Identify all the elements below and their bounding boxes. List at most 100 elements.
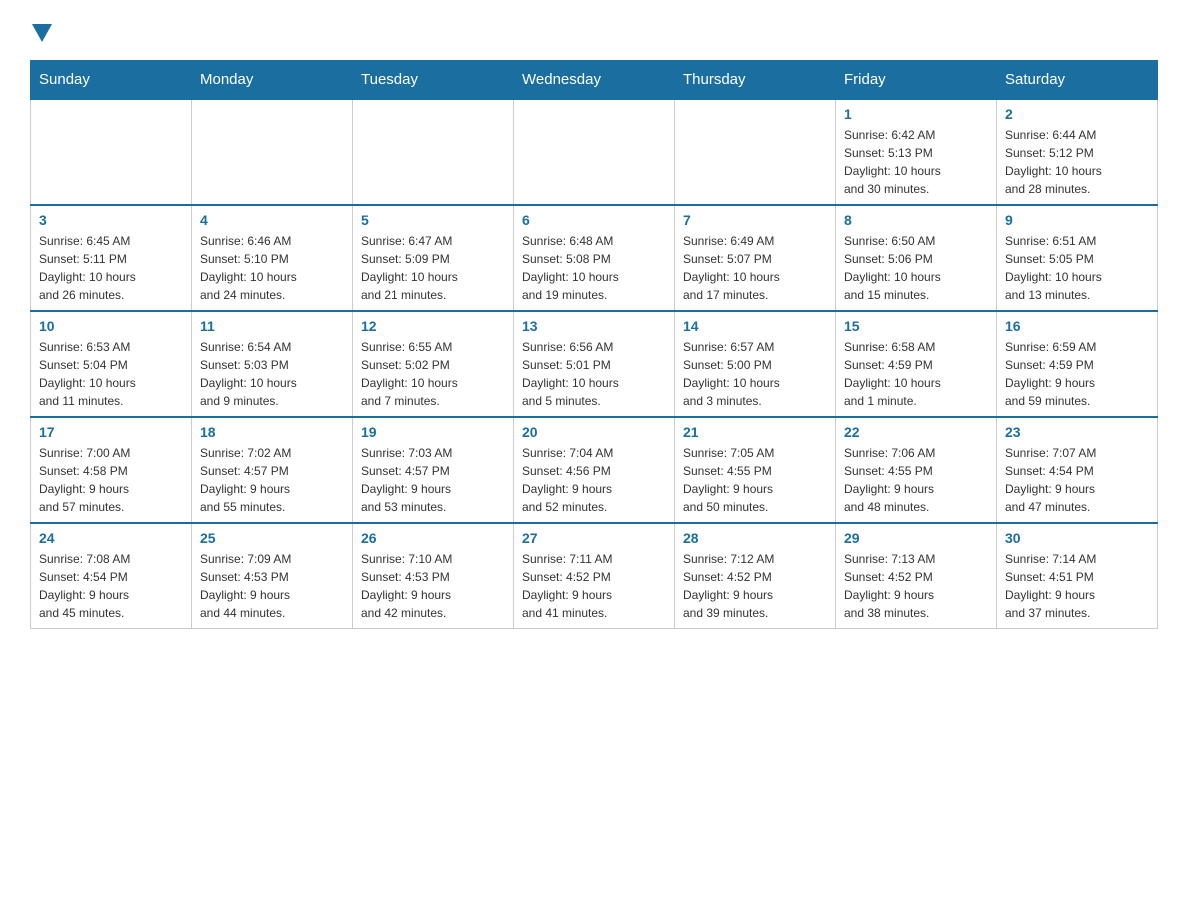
day-number: 28	[683, 530, 827, 546]
calendar-cell	[514, 99, 675, 205]
calendar-cell: 22 Sunrise: 7:06 AM Sunset: 4:55 PM Dayli…	[836, 417, 997, 523]
weekday-header-thursday: Thursday	[675, 61, 836, 100]
day-number: 17	[39, 424, 183, 440]
calendar-cell: 9 Sunrise: 6:51 AM Sunset: 5:05 PM Daylig…	[997, 205, 1158, 311]
day-number: 13	[522, 318, 666, 334]
calendar-cell: 1 Sunrise: 6:42 AM Sunset: 5:13 PM Daylig…	[836, 99, 997, 205]
weekday-header-friday: Friday	[836, 61, 997, 100]
calendar-cell	[192, 99, 353, 205]
calendar-cell: 8 Sunrise: 6:50 AM Sunset: 5:06 PM Daylig…	[836, 205, 997, 311]
weekday-header-row: SundayMondayTuesdayWednesdayThursdayFrid…	[31, 61, 1158, 100]
calendar-week-2: 3 Sunrise: 6:45 AM Sunset: 5:11 PM Daylig…	[31, 205, 1158, 311]
day-number: 25	[200, 530, 344, 546]
calendar-table: SundayMondayTuesdayWednesdayThursdayFrid…	[30, 60, 1158, 629]
calendar-cell: 2 Sunrise: 6:44 AM Sunset: 5:12 PM Daylig…	[997, 99, 1158, 205]
day-info: Sunrise: 6:58 AM Sunset: 4:59 PM Dayligh…	[844, 338, 988, 410]
day-info: Sunrise: 6:45 AM Sunset: 5:11 PM Dayligh…	[39, 232, 183, 304]
day-info: Sunrise: 7:12 AM Sunset: 4:52 PM Dayligh…	[683, 550, 827, 622]
day-number: 8	[844, 212, 988, 228]
day-info: Sunrise: 6:57 AM Sunset: 5:00 PM Dayligh…	[683, 338, 827, 410]
logo	[30, 20, 52, 40]
calendar-cell	[353, 99, 514, 205]
weekday-header-sunday: Sunday	[31, 61, 192, 100]
calendar-cell: 16 Sunrise: 6:59 AM Sunset: 4:59 PM Dayli…	[997, 311, 1158, 417]
day-number: 7	[683, 212, 827, 228]
calendar-cell: 21Sunrise: 7:05 AM Sunset: 4:55 PM Dayli…	[675, 417, 836, 523]
calendar-cell: 26Sunrise: 7:10 AM Sunset: 4:53 PM Dayli…	[353, 523, 514, 629]
calendar-cell: 20Sunrise: 7:04 AM Sunset: 4:56 PM Dayli…	[514, 417, 675, 523]
day-info: Sunrise: 6:46 AM Sunset: 5:10 PM Dayligh…	[200, 232, 344, 304]
day-number: 6	[522, 212, 666, 228]
day-number: 18	[200, 424, 344, 440]
day-info: Sunrise: 7:05 AM Sunset: 4:55 PM Dayligh…	[683, 444, 827, 516]
calendar-cell: 29 Sunrise: 7:13 AM Sunset: 4:52 PM Dayli…	[836, 523, 997, 629]
weekday-header-tuesday: Tuesday	[353, 61, 514, 100]
calendar-cell	[675, 99, 836, 205]
day-number: 15	[844, 318, 988, 334]
day-info: Sunrise: 6:49 AM Sunset: 5:07 PM Dayligh…	[683, 232, 827, 304]
day-info: Sunrise: 7:14 AM Sunset: 4:51 PM Dayligh…	[1005, 550, 1149, 622]
day-info: Sunrise: 6:56 AM Sunset: 5:01 PM Dayligh…	[522, 338, 666, 410]
day-number: 27	[522, 530, 666, 546]
day-number: 4	[200, 212, 344, 228]
calendar-cell: 30 Sunrise: 7:14 AM Sunset: 4:51 PM Dayli…	[997, 523, 1158, 629]
day-info: Sunrise: 6:50 AM Sunset: 5:06 PM Dayligh…	[844, 232, 988, 304]
calendar-cell: 12Sunrise: 6:55 AM Sunset: 5:02 PM Dayli…	[353, 311, 514, 417]
day-number: 3	[39, 212, 183, 228]
day-number: 11	[200, 318, 344, 334]
calendar-cell: 13 Sunrise: 6:56 AM Sunset: 5:01 PM Dayli…	[514, 311, 675, 417]
day-number: 9	[1005, 212, 1149, 228]
day-number: 24	[39, 530, 183, 546]
day-number: 2	[1005, 106, 1149, 122]
day-number: 16	[1005, 318, 1149, 334]
day-info: Sunrise: 7:00 AM Sunset: 4:58 PM Dayligh…	[39, 444, 183, 516]
calendar-cell: 28 Sunrise: 7:12 AM Sunset: 4:52 PM Dayli…	[675, 523, 836, 629]
calendar-week-1: 1 Sunrise: 6:42 AM Sunset: 5:13 PM Daylig…	[31, 99, 1158, 205]
calendar-cell: 14Sunrise: 6:57 AM Sunset: 5:00 PM Dayli…	[675, 311, 836, 417]
day-number: 23	[1005, 424, 1149, 440]
calendar-week-5: 24 Sunrise: 7:08 AM Sunset: 4:54 PM Dayli…	[31, 523, 1158, 629]
day-number: 10	[39, 318, 183, 334]
day-info: Sunrise: 7:02 AM Sunset: 4:57 PM Dayligh…	[200, 444, 344, 516]
calendar-week-3: 10 Sunrise: 6:53 AM Sunset: 5:04 PM Dayli…	[31, 311, 1158, 417]
day-info: Sunrise: 6:54 AM Sunset: 5:03 PM Dayligh…	[200, 338, 344, 410]
weekday-header-wednesday: Wednesday	[514, 61, 675, 100]
calendar-cell: 6 Sunrise: 6:48 AM Sunset: 5:08 PM Daylig…	[514, 205, 675, 311]
day-number: 30	[1005, 530, 1149, 546]
calendar-cell: 3 Sunrise: 6:45 AM Sunset: 5:11 PM Daylig…	[31, 205, 192, 311]
day-info: Sunrise: 6:51 AM Sunset: 5:05 PM Dayligh…	[1005, 232, 1149, 304]
logo-arrow-icon	[32, 24, 52, 42]
day-number: 20	[522, 424, 666, 440]
day-info: Sunrise: 7:03 AM Sunset: 4:57 PM Dayligh…	[361, 444, 505, 516]
day-number: 26	[361, 530, 505, 546]
day-info: Sunrise: 6:48 AM Sunset: 5:08 PM Dayligh…	[522, 232, 666, 304]
calendar-cell: 23Sunrise: 7:07 AM Sunset: 4:54 PM Dayli…	[997, 417, 1158, 523]
day-info: Sunrise: 7:11 AM Sunset: 4:52 PM Dayligh…	[522, 550, 666, 622]
calendar-cell: 27 Sunrise: 7:11 AM Sunset: 4:52 PM Dayli…	[514, 523, 675, 629]
day-number: 5	[361, 212, 505, 228]
calendar-cell: 4 Sunrise: 6:46 AM Sunset: 5:10 PM Daylig…	[192, 205, 353, 311]
day-info: Sunrise: 7:13 AM Sunset: 4:52 PM Dayligh…	[844, 550, 988, 622]
calendar-cell: 10 Sunrise: 6:53 AM Sunset: 5:04 PM Dayli…	[31, 311, 192, 417]
day-info: Sunrise: 6:55 AM Sunset: 5:02 PM Dayligh…	[361, 338, 505, 410]
calendar-cell: 25Sunrise: 7:09 AM Sunset: 4:53 PM Dayli…	[192, 523, 353, 629]
day-number: 22	[844, 424, 988, 440]
calendar-cell: 5 Sunrise: 6:47 AM Sunset: 5:09 PM Daylig…	[353, 205, 514, 311]
calendar-cell: 19 Sunrise: 7:03 AM Sunset: 4:57 PM Dayli…	[353, 417, 514, 523]
day-info: Sunrise: 6:42 AM Sunset: 5:13 PM Dayligh…	[844, 126, 988, 198]
weekday-header-monday: Monday	[192, 61, 353, 100]
day-info: Sunrise: 6:47 AM Sunset: 5:09 PM Dayligh…	[361, 232, 505, 304]
day-info: Sunrise: 6:59 AM Sunset: 4:59 PM Dayligh…	[1005, 338, 1149, 410]
day-number: 29	[844, 530, 988, 546]
calendar-cell: 11 Sunrise: 6:54 AM Sunset: 5:03 PM Dayli…	[192, 311, 353, 417]
day-info: Sunrise: 6:53 AM Sunset: 5:04 PM Dayligh…	[39, 338, 183, 410]
calendar-week-4: 17 Sunrise: 7:00 AM Sunset: 4:58 PM Dayli…	[31, 417, 1158, 523]
day-number: 1	[844, 106, 988, 122]
calendar-cell: 17 Sunrise: 7:00 AM Sunset: 4:58 PM Dayli…	[31, 417, 192, 523]
calendar-cell: 24 Sunrise: 7:08 AM Sunset: 4:54 PM Dayli…	[31, 523, 192, 629]
day-number: 19	[361, 424, 505, 440]
day-info: Sunrise: 7:08 AM Sunset: 4:54 PM Dayligh…	[39, 550, 183, 622]
day-info: Sunrise: 6:44 AM Sunset: 5:12 PM Dayligh…	[1005, 126, 1149, 198]
day-info: Sunrise: 7:06 AM Sunset: 4:55 PM Dayligh…	[844, 444, 988, 516]
calendar-cell: 15 Sunrise: 6:58 AM Sunset: 4:59 PM Dayli…	[836, 311, 997, 417]
